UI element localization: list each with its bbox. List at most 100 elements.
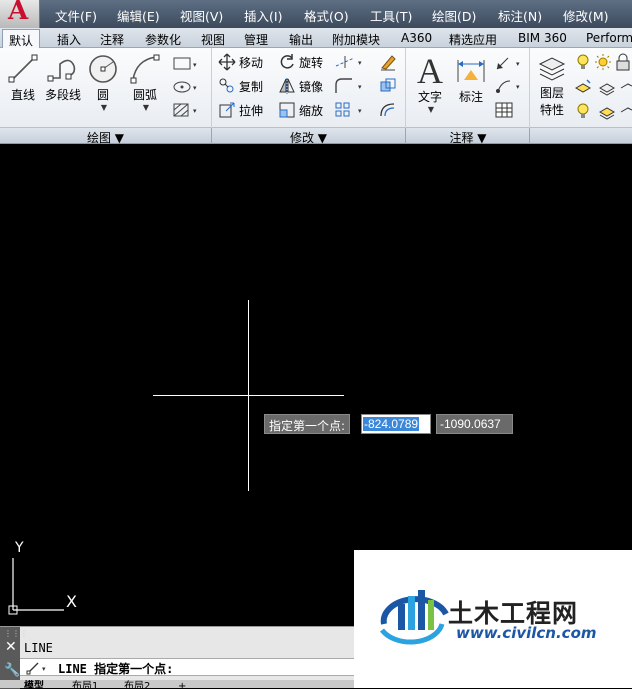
line-tool-button[interactable]: 直线 [6, 52, 40, 103]
tab-manage[interactable]: 管理 [244, 29, 268, 48]
command-prompt-text: LINE 指定第一个点: [58, 662, 174, 676]
ucs-y-label: Y [15, 540, 24, 556]
dimension-tool-label: 标注 [458, 90, 483, 104]
menu-draw[interactable]: 绘图(D) [432, 6, 476, 25]
rotate-button[interactable]: 旋转 [278, 52, 323, 72]
text-a-icon: A [417, 52, 443, 88]
menu-edit[interactable]: 编辑(E) [117, 6, 160, 25]
scale-button[interactable]: 缩放 [278, 100, 323, 120]
rotate-label: 旋转 [299, 55, 324, 70]
polyline-tool-label: 多段线 [44, 88, 81, 102]
layer-properties-label-1: 图层 [539, 86, 564, 100]
circle-tool-button[interactable]: 圆 ▼ [86, 52, 120, 112]
layer-freeze-sun-icon[interactable] [594, 53, 612, 71]
leader-icon[interactable]: ▾ [494, 54, 526, 72]
tab-layout2[interactable]: 布局2 [124, 680, 150, 688]
tab-insert[interactable]: 插入 [57, 29, 81, 48]
add-layout-button[interactable]: + [178, 680, 186, 688]
copy-label: 复制 [239, 79, 264, 94]
application-menu-button[interactable]: A [0, 0, 40, 28]
ribbon-tab-bar: 默认 插入 注释 参数化 视图 管理 输出 附加模块 A360 精选应用 BIM… [0, 28, 632, 48]
mirror-icon [279, 78, 295, 94]
command-input-row[interactable]: ▾ LINE 指定第一个点: [20, 658, 354, 676]
menu-bar: A 文件(F) 编辑(E) 视图(V) 插入(I) 格式(O) 工具(T) 绘图… [0, 0, 632, 28]
layer-lock-icon[interactable] [614, 53, 632, 71]
line-tool-label: 直线 [10, 88, 35, 102]
menu-format[interactable]: 格式(O) [304, 6, 349, 25]
dimension-tool-button[interactable]: 标注 [453, 52, 489, 105]
tab-performance[interactable]: Perform [586, 29, 632, 48]
menu-dimension[interactable]: 标注(N) [498, 6, 542, 25]
menu-modify[interactable]: 修改(M) [563, 6, 609, 25]
layer-off-bulb-icon[interactable] [574, 102, 592, 120]
draw-panel-title[interactable]: 绘图 ▼ [0, 128, 211, 145]
tab-annotate[interactable]: 注释 [100, 29, 124, 48]
wrench-icon[interactable]: 🔧 [4, 663, 20, 678]
arc-dropdown-arrow[interactable]: ▼ [130, 103, 162, 112]
offset-icon[interactable] [378, 100, 398, 120]
panel-separator [529, 128, 530, 144]
layer-previous-icon[interactable] [598, 78, 616, 96]
layer-walk-icon[interactable] [598, 102, 616, 120]
trim-icon[interactable]: ▾ [334, 54, 366, 70]
fillet-icon[interactable]: ▾ [334, 77, 366, 95]
copy-button[interactable]: 复制 [218, 76, 263, 96]
explode-icon[interactable] [378, 76, 398, 96]
menu-view[interactable]: 视图(V) [180, 6, 223, 25]
stretch-button[interactable]: 拉伸 [218, 100, 263, 120]
svg-text:▾: ▾ [42, 665, 46, 673]
close-icon[interactable]: ✕ [5, 639, 17, 655]
text-tool-button[interactable]: A 文字 ▼ [412, 52, 448, 114]
line-icon [8, 54, 38, 83]
tab-bim360[interactable]: BIM 360 [518, 29, 567, 48]
arc-tool-button[interactable]: 圆弧 ▼ [128, 52, 162, 112]
tab-parametric[interactable]: 参数化 [145, 29, 181, 48]
annotation-panel-title[interactable]: 注释 ▼ [406, 128, 530, 145]
menu-file[interactable]: 文件(F) [55, 6, 97, 25]
command-history-line: LINE [24, 641, 53, 655]
polyline-tool-button[interactable]: 多段线 [43, 52, 83, 103]
layer-match-icon[interactable] [574, 78, 592, 96]
rectangle-icon[interactable]: ▾ [172, 56, 200, 72]
erase-icon[interactable] [378, 52, 398, 72]
circle-tool-label: 圆 [96, 88, 109, 102]
tab-featured-apps[interactable]: 精选应用 [449, 29, 497, 48]
command-line-tool-icon[interactable]: ▾ [26, 661, 52, 675]
tab-addins[interactable]: 附加模块 [332, 29, 380, 48]
layer-properties-button[interactable]: 图层 特性 [536, 52, 568, 118]
svg-text:▾: ▾ [193, 84, 197, 92]
ellipse-icon[interactable]: ▾ [172, 79, 200, 95]
tab-view[interactable]: 视图 [201, 29, 225, 48]
move-button[interactable]: 移动 [218, 52, 263, 72]
menu-tools[interactable]: 工具(T) [370, 6, 412, 25]
layer-on-bulb-icon[interactable] [574, 53, 592, 71]
svg-text:▾: ▾ [358, 83, 362, 91]
layout-tab-bar [0, 680, 354, 688]
tab-output[interactable]: 输出 [289, 29, 313, 48]
table-icon[interactable] [494, 101, 514, 119]
move-label: 移动 [239, 55, 264, 70]
multileader-icon[interactable]: ▾ [494, 77, 526, 95]
dynamic-input-x-field[interactable]: -824.0789 [361, 414, 431, 434]
arc-icon [130, 54, 160, 84]
modify-panel-title[interactable]: 修改 ▼ [212, 128, 405, 145]
tab-layout1[interactable]: 布局1 [72, 680, 98, 688]
tab-model[interactable]: 模型 [24, 680, 44, 688]
copy-icon [219, 78, 234, 93]
text-dropdown-arrow[interactable]: ▼ [414, 105, 448, 114]
circle-dropdown-arrow[interactable]: ▼ [88, 103, 120, 112]
arc-tool-label: 圆弧 [132, 88, 157, 102]
crosshair-horizontal [153, 395, 344, 396]
svg-text:▾: ▾ [358, 59, 362, 67]
tab-a360[interactable]: A360 [401, 29, 432, 48]
tab-default[interactable]: 默认 [2, 29, 41, 48]
watermark-url: www.civilcn.com [456, 624, 597, 642]
dynamic-input-y-field[interactable]: -1090.0637 [436, 414, 513, 434]
ucs-x-label: X [66, 592, 77, 611]
array-icon[interactable]: ▾ [334, 101, 366, 119]
mirror-button[interactable]: 镜像 [278, 76, 323, 96]
layer-isolate-icon[interactable] [620, 78, 632, 96]
layer-merge-icon[interactable] [620, 102, 632, 120]
hatch-icon[interactable]: ▾ [172, 102, 200, 118]
menu-insert[interactable]: 插入(I) [244, 6, 282, 25]
